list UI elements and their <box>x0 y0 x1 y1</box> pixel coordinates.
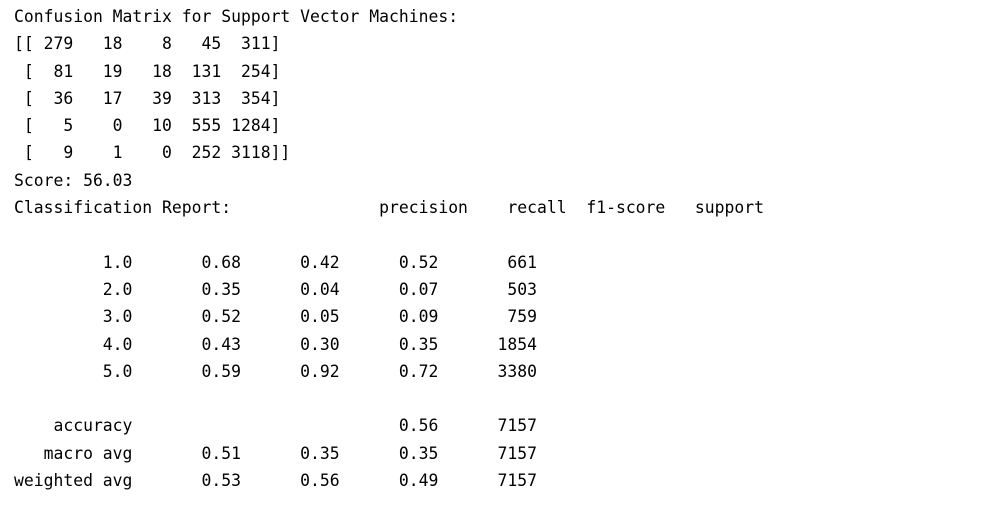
confusion-matrix-row: [ 9 1 0 252 3118]] <box>14 143 291 163</box>
report-accuracy-row: accuracy 0.56 7157 <box>14 416 538 436</box>
confusion-matrix-title: Confusion Matrix for Support Vector Mach… <box>14 7 459 26</box>
confusion-matrix-row: [ 5 0 10 555 1284] <box>14 116 281 136</box>
report-row: 4.0 0.43 0.30 0.35 1854 <box>14 334 538 354</box>
report-row: 5.0 0.59 0.92 0.72 3380 <box>14 361 538 381</box>
report-row: 1.0 0.68 0.42 0.52 661 <box>14 252 538 272</box>
classification-report-header: Classification Report: precision recall … <box>14 198 764 218</box>
report-row: 2.0 0.35 0.04 0.07 503 <box>14 279 538 299</box>
confusion-matrix-row: [ 36 17 39 313 354] <box>14 88 281 108</box>
confusion-matrix-row: [ 81 19 18 131 254] <box>14 61 281 81</box>
report-macro-avg-row: macro avg 0.51 0.35 0.35 7157 <box>14 443 538 463</box>
score-line: Score: 56.03 <box>14 170 133 190</box>
confusion-matrix-row: [[ 279 18 8 45 311] <box>14 34 281 54</box>
report-row: 3.0 0.52 0.05 0.09 759 <box>14 307 538 327</box>
console-output: Confusion Matrix for Support Vector Mach… <box>14 3 764 494</box>
report-weighted-avg-row: weighted avg 0.53 0.56 0.49 7157 <box>14 471 538 491</box>
